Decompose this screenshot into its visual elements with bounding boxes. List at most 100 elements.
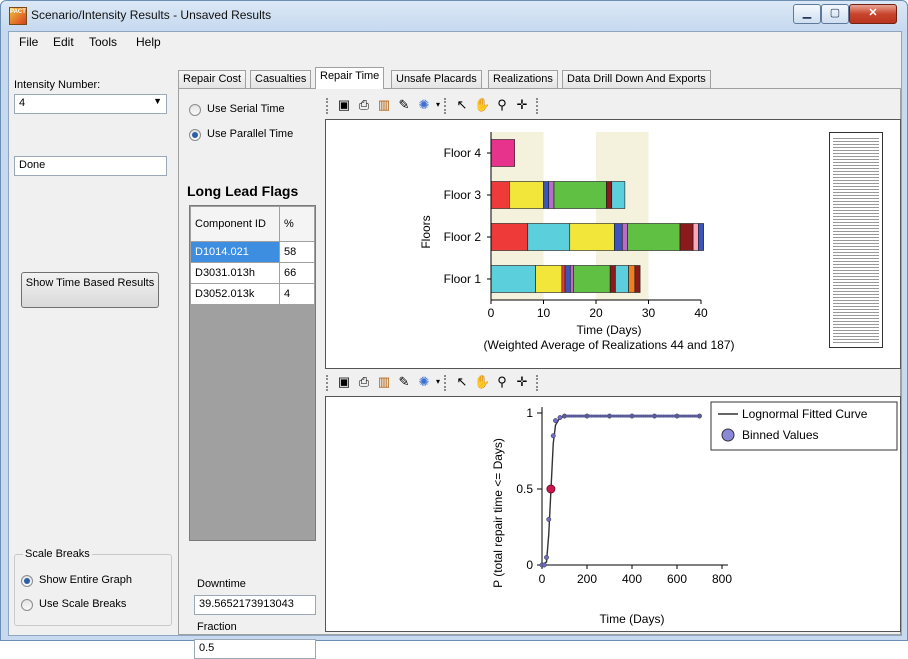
component-id-cell[interactable]: D3052.013k	[190, 283, 280, 305]
x-axis-label: Time (Days)	[600, 612, 665, 626]
print-icon[interactable]: ⎙	[356, 97, 372, 113]
pan-icon[interactable]: ✋	[474, 97, 490, 113]
bar-segment	[548, 181, 555, 209]
status-text: Done	[19, 159, 46, 171]
menu-tools[interactable]: Tools	[89, 35, 117, 49]
bar-segment	[611, 181, 626, 209]
percent-cell[interactable]: 58	[279, 241, 315, 263]
use-scale-breaks-radio[interactable]	[21, 599, 33, 611]
binned-value-point	[546, 516, 552, 522]
table-row[interactable]: D3031.013h 66	[190, 262, 315, 284]
use-parallel-time-radio[interactable]	[189, 129, 201, 141]
bar-segment	[543, 181, 550, 209]
use-serial-time-radio[interactable]	[189, 104, 201, 116]
fraction-field[interactable]: 0.5	[194, 639, 316, 659]
downtime-value: 39.5652173913043	[199, 598, 294, 610]
chart-type-icon[interactable]: ▣	[336, 97, 352, 113]
toolbar-gripper[interactable]	[326, 375, 332, 391]
pointer-icon[interactable]: ↖	[454, 374, 470, 390]
bar-segment	[535, 265, 563, 293]
flags-grid[interactable]: Component ID % D1014.021 58 D3031.013h 6…	[189, 205, 316, 541]
chart-subtitle: (Weighted Average of Realizations 44 and…	[483, 338, 734, 352]
menu-help[interactable]: Help	[136, 35, 161, 49]
bar-segment	[634, 265, 641, 293]
show-time-based-results-button[interactable]: Show Time Based Results	[21, 272, 159, 308]
tab-data-drill-down[interactable]: Data Drill Down And Exports	[562, 70, 711, 88]
zoom-icon[interactable]: ⚲	[494, 97, 510, 113]
bar-segment	[490, 139, 515, 167]
column-header-percent[interactable]: %	[279, 206, 315, 242]
bar-segment	[609, 265, 616, 293]
print-icon[interactable]: ⎙	[356, 374, 372, 390]
tab-unsafe-placards[interactable]: Unsafe Placards	[391, 70, 482, 88]
fraction-value: 0.5	[199, 642, 215, 654]
cdf-chart-svg: 0 0.5 1 0 200 400 600 800 P (total repair time …	[491, 401, 898, 626]
menu-edit[interactable]: Edit	[53, 35, 74, 49]
percent-cell[interactable]: 66	[279, 262, 315, 284]
show-entire-graph-radio[interactable]	[21, 575, 33, 587]
component-id-cell[interactable]: D3031.013h	[190, 262, 280, 284]
tab-repair-time[interactable]: Repair Time	[315, 67, 385, 89]
x-tick-label: 600	[667, 572, 687, 586]
bar-segment	[490, 265, 536, 293]
toolbar-gripper[interactable]	[536, 98, 542, 114]
intensity-select[interactable]: 4 ▼	[14, 94, 167, 114]
title-bar[interactable]: PACT Scenario/Intensity Results - Unsave…	[1, 1, 907, 29]
column-header-component-id[interactable]: Component ID	[190, 206, 280, 242]
bar-segment	[698, 223, 704, 251]
close-icon: ✕	[868, 7, 878, 19]
table-row[interactable]: D1014.021 58	[190, 241, 315, 263]
legend-entry: Lognormal Fitted Curve	[742, 407, 868, 421]
x-tick-label: 20	[589, 306, 603, 320]
menu-file[interactable]: File	[19, 35, 38, 49]
legend-thumbnail[interactable]	[829, 132, 883, 348]
percent-cell[interactable]: 4	[279, 283, 315, 305]
bar-segment	[614, 223, 623, 251]
tab-repair-cost[interactable]: Repair Cost	[178, 70, 247, 88]
chart-data-icon[interactable]: ▥	[376, 374, 392, 390]
maximize-button[interactable]: ▢	[821, 4, 849, 24]
x-tick-label: 0	[488, 306, 495, 320]
crosshair-icon[interactable]: ✛	[514, 97, 530, 113]
close-button[interactable]: ✕	[849, 4, 897, 24]
toolbar-gripper[interactable]	[536, 375, 542, 391]
x-tick-label: 400	[622, 572, 642, 586]
zoom-icon[interactable]: ⚲	[494, 374, 510, 390]
fraction-label: Fraction	[197, 621, 237, 633]
bar-segment	[561, 265, 566, 293]
category-label: Floor 2	[444, 230, 482, 244]
legend-entry: Binned Values	[742, 428, 819, 442]
table-row[interactable]: D3052.013k 4	[190, 283, 315, 305]
x-tick-label: 10	[537, 306, 551, 320]
chart-wizard-icon[interactable]: ✎	[396, 374, 412, 390]
app-window: PACT Scenario/Intensity Results - Unsave…	[0, 0, 908, 659]
category-label: Floor 4	[444, 146, 482, 160]
crosshair-icon[interactable]: ✛	[514, 374, 530, 390]
toolbar-gripper[interactable]	[444, 375, 450, 391]
bar-segment	[615, 265, 629, 293]
tab-realizations[interactable]: Realizations	[488, 70, 558, 88]
intensity-label: Intensity Number:	[14, 79, 101, 91]
floor-repair-time-chart[interactable]: Floor 1 Floor 2 Floor 3 Floor 4 0 10 20 30 40 Fl…	[325, 119, 901, 369]
chart-wizard-icon[interactable]: ✎	[396, 97, 412, 113]
chart-type-icon[interactable]: ▣	[336, 374, 352, 390]
toolbar-gripper[interactable]	[444, 98, 450, 114]
toolbar-gripper[interactable]	[326, 98, 332, 114]
minimize-button[interactable]: ▁	[793, 4, 821, 24]
long-lead-flags-title: Long Lead Flags	[187, 183, 299, 199]
x-tick-label: 200	[577, 572, 597, 586]
chart-data-icon[interactable]: ▥	[376, 97, 392, 113]
downtime-field[interactable]: 39.5652173913043	[194, 595, 316, 615]
menu-bar: File Edit Tools Help	[9, 32, 901, 52]
chart-toolbar-bottom: ▣ ⎙ ▥ ✎ ✺ ▾ ↖ ✋ ⚲ ✛	[324, 372, 614, 394]
category-label: Floor 1	[444, 272, 482, 286]
bar-segment	[490, 181, 510, 209]
tab-casualties[interactable]: Casualties	[250, 70, 312, 88]
binned-value-point	[550, 433, 556, 439]
status-field: Done	[14, 156, 167, 176]
repair-time-cdf-chart[interactable]: 0 0.5 1 0 200 400 600 800 P (total repair time …	[325, 396, 901, 632]
pointer-icon[interactable]: ↖	[454, 97, 470, 113]
pan-icon[interactable]: ✋	[474, 374, 490, 390]
y-tick-label: 0	[526, 558, 533, 572]
component-id-cell[interactable]: D1014.021	[190, 241, 280, 263]
